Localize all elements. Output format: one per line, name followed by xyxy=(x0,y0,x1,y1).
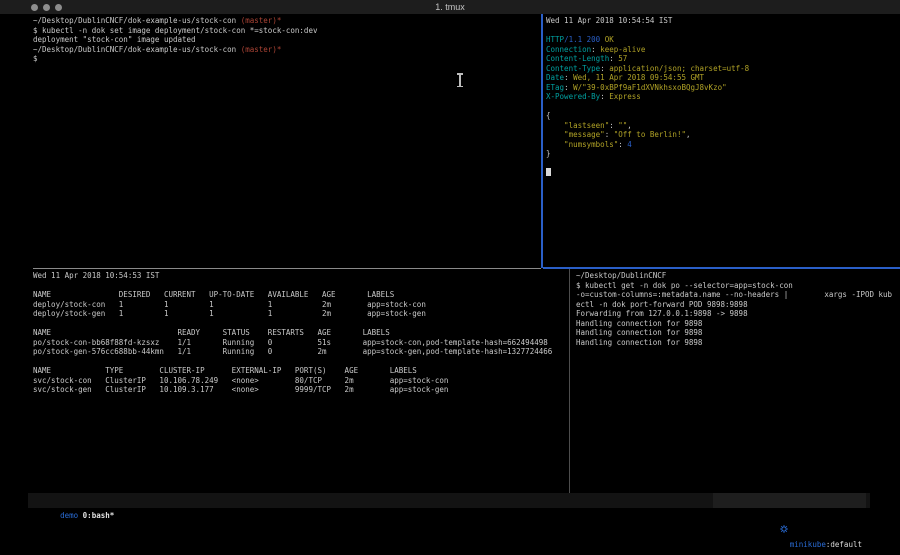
terminal-line: Forwarding from 127.0.0.1:9898 -> 9898 xyxy=(576,309,892,319)
terminal-line: "numsymbols": 4 xyxy=(546,140,749,150)
tmux-status-bar: demo 0:bash* minikube:default xyxy=(28,493,870,508)
terminal-line: $ kubectl get -n dok po --selector=app=s… xyxy=(576,281,892,291)
terminal-line: $ xyxy=(33,54,317,64)
terminal-line: Connection: keep-alive xyxy=(546,45,749,55)
terminal-line: Handling connection for 9898 xyxy=(576,338,892,348)
terminal-window: 1. tmux ~/Desktop/DublinCNCF/dok-example… xyxy=(0,0,900,555)
terminal-line xyxy=(546,26,749,36)
kubernetes-helm-icon xyxy=(744,508,788,553)
ibeam-mouse-cursor xyxy=(456,73,464,87)
terminal-line: ~/Desktop/DublinCNCF/dok-example-us/stoc… xyxy=(33,45,317,55)
terminal-line xyxy=(33,281,552,291)
terminal-line xyxy=(33,319,552,329)
terminal-line: po/stock-con-bb68f88fd-kzsxz 1/1 Running… xyxy=(33,338,552,348)
terminal-line: "lastseen": "", xyxy=(546,121,749,131)
tmux-pane-port-forward[interactable]: ~/Desktop/DublinCNCF$ kubectl get -n dok… xyxy=(576,271,892,347)
kube-context: minikube xyxy=(790,540,826,549)
terminal-block-cursor xyxy=(546,168,551,176)
terminal-line: Handling connection for 9898 xyxy=(576,319,892,329)
kube-status-chip: minikube:default xyxy=(713,493,866,508)
terminal-line: Content-Type: application/json; charset=… xyxy=(546,64,749,74)
terminal-line: NAME DESIRED CURRENT UP-TO-DATE AVAILABL… xyxy=(33,290,552,300)
window-title-bar[interactable]: 1. tmux xyxy=(0,0,900,14)
terminal-line: ectl -n dok port-forward POD 9898:9898 xyxy=(576,300,892,310)
terminal-line: { xyxy=(546,111,749,121)
terminal-line: po/stock-gen-576cc688bb-44kmn 1/1 Runnin… xyxy=(33,347,552,357)
terminal-line: svc/stock-con ClusterIP 10.106.78.249 <n… xyxy=(33,376,552,386)
terminal-line: } xyxy=(546,149,749,159)
terminal-line xyxy=(33,357,552,367)
pane-divider-horizontal-left[interactable] xyxy=(33,268,541,269)
window-title: 1. tmux xyxy=(0,0,900,14)
terminal-line: ~/Desktop/DublinCNCF xyxy=(576,271,892,281)
terminal-line: X-Powered-By: Express xyxy=(546,92,749,102)
terminal-line: Handling connection for 9898 xyxy=(576,328,892,338)
session-name: demo xyxy=(60,511,78,520)
pane-divider-vertical-bottom[interactable] xyxy=(569,269,570,507)
terminal-line: Content-Length: 57 xyxy=(546,54,749,64)
terminal-line: svc/stock-gen ClusterIP 10.109.3.177 <no… xyxy=(33,385,552,395)
tmux-pane-shell-set-image[interactable]: ~/Desktop/DublinCNCF/dok-example-us/stoc… xyxy=(33,16,317,64)
tmux-pane-kubectl-get[interactable]: Wed 11 Apr 2018 10:54:53 IST NAME DESIRE… xyxy=(33,271,552,395)
terminal-line: deploy/stock-gen 1 1 1 1 2m app=stock-ge… xyxy=(33,309,552,319)
terminal-line: $ kubectl -n dok set image deployment/st… xyxy=(33,26,317,36)
window-label[interactable]: 0:bash* xyxy=(83,511,115,520)
terminal-line: Date: Wed, 11 Apr 2018 09:54:55 GMT xyxy=(546,73,749,83)
terminal-line: HTTP/1.1 200 OK xyxy=(546,35,749,45)
terminal-line: "message": "Off to Berlin!", xyxy=(546,130,749,140)
terminal-line: deployment "stock-con" image updated xyxy=(33,35,317,45)
terminal-line: Wed 11 Apr 2018 10:54:53 IST xyxy=(33,271,552,281)
kube-namespace: :default xyxy=(826,540,862,549)
terminal-line: NAME READY STATUS RESTARTS AGE LABELS xyxy=(33,328,552,338)
terminal-line: Wed 11 Apr 2018 10:54:54 IST xyxy=(546,16,749,26)
pane-divider-vertical-top[interactable] xyxy=(541,14,543,268)
terminal-line: NAME TYPE CLUSTER-IP EXTERNAL-IP PORT(S)… xyxy=(33,366,552,376)
terminal-line: deploy/stock-con 1 1 1 1 2m app=stock-co… xyxy=(33,300,552,310)
terminal-line: ETag: W/"39-0xBPf9aF1dXVNkhsxoBQgJ8vKzo" xyxy=(546,83,749,93)
terminal-line xyxy=(546,102,749,112)
terminal-line: -o=custom-columns=:metadata.name --no-he… xyxy=(576,290,892,300)
tmux-pane-http-response[interactable]: Wed 11 Apr 2018 10:54:54 IST HTTP/1.1 20… xyxy=(546,16,749,159)
pane-divider-horizontal-right[interactable] xyxy=(543,267,900,269)
terminal-line: ~/Desktop/DublinCNCF/dok-example-us/stoc… xyxy=(33,16,317,26)
